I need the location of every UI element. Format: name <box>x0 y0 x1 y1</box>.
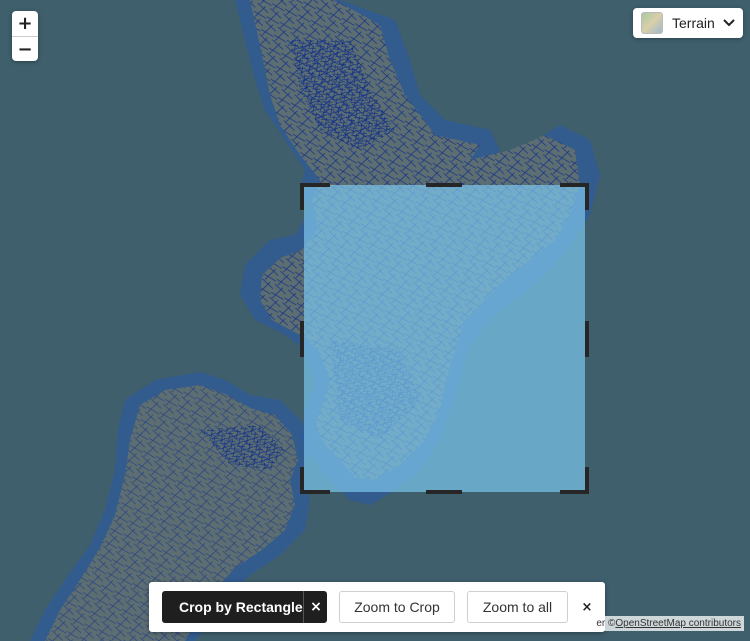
zoom-to-crop-button[interactable]: Zoom to Crop <box>339 591 455 623</box>
zoom-control: + − <box>12 11 38 61</box>
basemap-layer-switcher[interactable]: Terrain <box>633 8 743 38</box>
terrain-thumbnail-icon <box>641 12 663 34</box>
attribution-prefix: er © <box>596 618 616 629</box>
close-icon[interactable]: × <box>577 596 597 618</box>
map-attribution: er © OpenStreetMap contributors <box>593 616 744 631</box>
crop-by-rectangle-button[interactable]: Crop by Rectangle × <box>162 591 327 623</box>
crop-toolbar: Crop by Rectangle × Zoom to Crop Zoom to… <box>149 582 605 632</box>
crop-label: Crop by Rectangle <box>179 599 303 615</box>
layer-label: Terrain <box>672 15 715 31</box>
crop-rectangle[interactable] <box>300 183 589 494</box>
chevron-down-icon <box>723 19 735 27</box>
zoom-in-button[interactable]: + <box>12 11 38 37</box>
openstreetmap-link[interactable]: OpenStreetMap contributors <box>615 618 741 629</box>
clear-crop-icon[interactable]: × <box>303 591 328 623</box>
zoom-to-all-button[interactable]: Zoom to all <box>467 591 568 623</box>
zoom-out-button[interactable]: − <box>12 37 38 61</box>
crop-area[interactable] <box>304 185 585 492</box>
map-canvas[interactable] <box>0 0 750 641</box>
